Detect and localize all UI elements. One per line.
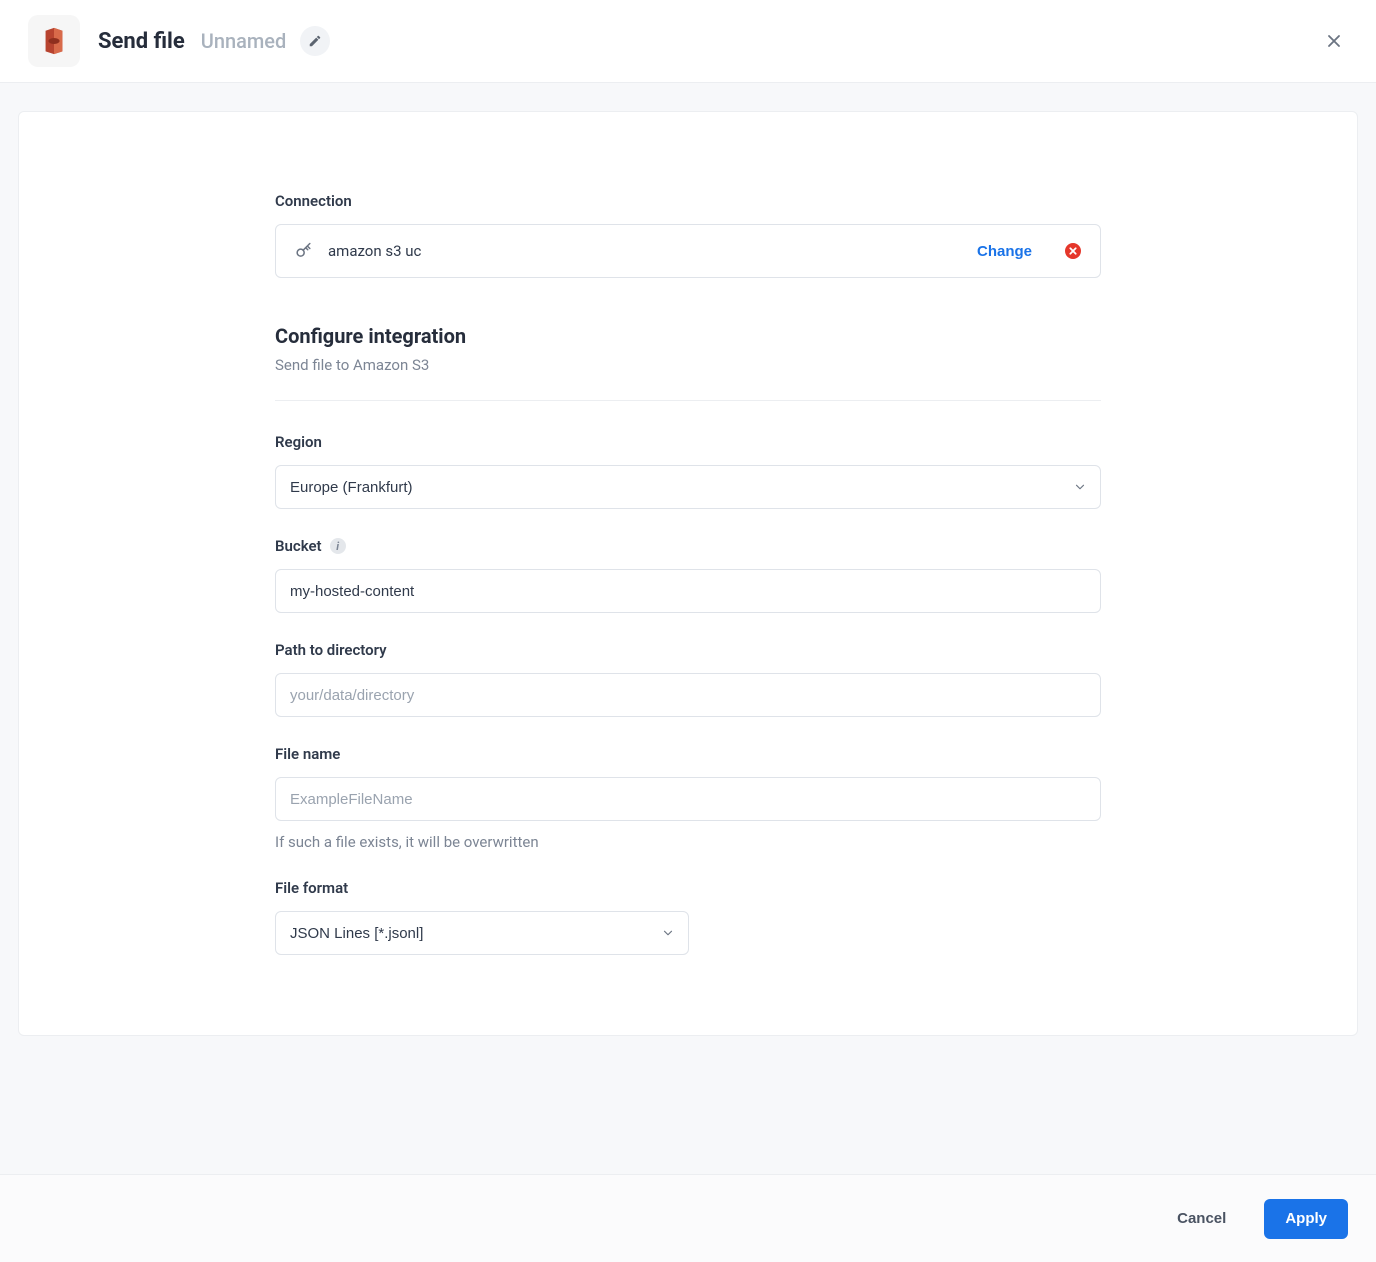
region-label: Region <box>275 433 1101 451</box>
pencil-icon <box>308 34 322 48</box>
bucket-input[interactable] <box>275 569 1101 613</box>
edit-name-button[interactable] <box>300 26 330 56</box>
x-circle-icon <box>1065 243 1081 259</box>
close-icon <box>1324 31 1344 51</box>
filename-help: If such a file exists, it will be overwr… <box>275 833 1101 851</box>
cancel-button[interactable]: Cancel <box>1157 1199 1246 1239</box>
configure-heading: Configure integration <box>275 324 1101 348</box>
fileformat-label: File format <box>275 879 1101 897</box>
fileformat-select[interactable]: JSON Lines [*.jsonl] <box>275 911 689 955</box>
key-icon <box>294 241 314 261</box>
panel-shell: Connection amazon s3 uc Change Configure… <box>0 83 1376 1064</box>
fileformat-group: File format JSON Lines [*.jsonl] <box>275 879 1101 955</box>
fileformat-select-wrap: JSON Lines [*.jsonl] <box>275 911 689 955</box>
panel-inner: Connection amazon s3 uc Change Configure… <box>275 192 1101 955</box>
filename-group: File name If such a file exists, it will… <box>275 745 1101 851</box>
integration-app-icon <box>28 15 80 67</box>
connection-name: amazon s3 uc <box>328 242 963 260</box>
apply-button[interactable]: Apply <box>1264 1199 1348 1239</box>
modal-header: Send file Unnamed <box>0 0 1376 83</box>
configure-subheading: Send file to Amazon S3 <box>275 356 1101 374</box>
modal-footer: Cancel Apply <box>0 1174 1376 1262</box>
filename-input[interactable] <box>275 777 1101 821</box>
region-select[interactable]: Europe (Frankfurt) <box>275 465 1101 509</box>
filename-label: File name <box>275 745 1101 763</box>
modal-subtitle: Unnamed <box>201 29 287 53</box>
remove-connection-button[interactable] <box>1064 242 1082 260</box>
region-group: Region Europe (Frankfurt) <box>275 433 1101 509</box>
divider <box>275 400 1101 401</box>
config-panel: Connection amazon s3 uc Change Configure… <box>18 111 1358 1036</box>
connection-label: Connection <box>275 192 1101 210</box>
region-select-wrap: Europe (Frankfurt) <box>275 465 1101 509</box>
close-button[interactable] <box>1320 27 1348 55</box>
bucket-group: Bucket i <box>275 537 1101 613</box>
path-label: Path to directory <box>275 641 1101 659</box>
modal-title: Send file <box>98 29 185 54</box>
bucket-label: Bucket i <box>275 537 1101 555</box>
connection-box: amazon s3 uc Change <box>275 224 1101 278</box>
path-input[interactable] <box>275 673 1101 717</box>
change-connection-button[interactable]: Change <box>977 243 1032 260</box>
info-icon[interactable]: i <box>330 538 346 554</box>
bucket-label-text: Bucket <box>275 537 322 555</box>
path-group: Path to directory <box>275 641 1101 717</box>
s3-icon <box>39 26 69 56</box>
